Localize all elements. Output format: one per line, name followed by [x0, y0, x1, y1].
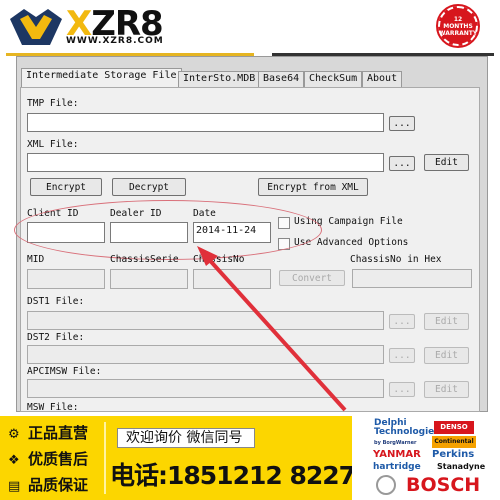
service-icon: ❖	[8, 453, 20, 468]
brand-stanadyne: Stanadyne	[437, 462, 486, 471]
brand-borgwarner: by BorgWarner	[374, 440, 417, 446]
brand-denso: DENSO	[434, 421, 474, 434]
bosch-icon	[376, 475, 396, 495]
brand-bosch: BOSCH	[406, 474, 481, 496]
phone-number: 电话:1851212 8227	[110, 461, 356, 490]
certificate-icon: ▤	[8, 479, 21, 494]
divider	[104, 422, 106, 494]
feature-item: ▤ 品质保证	[8, 476, 89, 494]
brand-perkins: Perkins	[432, 449, 475, 460]
brand-delphi: Delphi Technologies	[374, 418, 440, 437]
wechat-box: 欢迎询价 微信同号	[117, 428, 255, 448]
gear-icon: ⚙	[8, 427, 20, 442]
brand-continental: Continental	[432, 436, 476, 448]
feature-item: ⚙ 正品直营	[8, 424, 89, 442]
brand-yanmar: YANMAR	[373, 449, 421, 460]
feature-item: ❖ 优质售后	[8, 450, 89, 468]
brand-hartridge: hartridge	[373, 462, 421, 472]
